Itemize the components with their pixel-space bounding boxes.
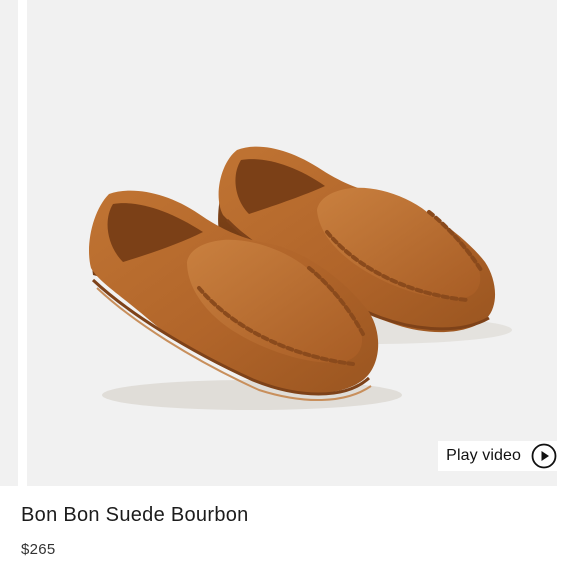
play-video-label: Play video	[446, 447, 521, 464]
next-image-peek[interactable]	[557, 0, 579, 486]
product-price: $265	[21, 541, 56, 558]
product-image[interactable]: Play video	[27, 0, 557, 486]
loafers-illustration	[89, 146, 512, 410]
play-circle-icon[interactable]	[531, 443, 557, 469]
previous-image-peek[interactable]	[0, 0, 18, 486]
play-video-button[interactable]: Play video	[438, 441, 557, 471]
product-title[interactable]: Bon Bon Suede Bourbon	[21, 504, 249, 527]
